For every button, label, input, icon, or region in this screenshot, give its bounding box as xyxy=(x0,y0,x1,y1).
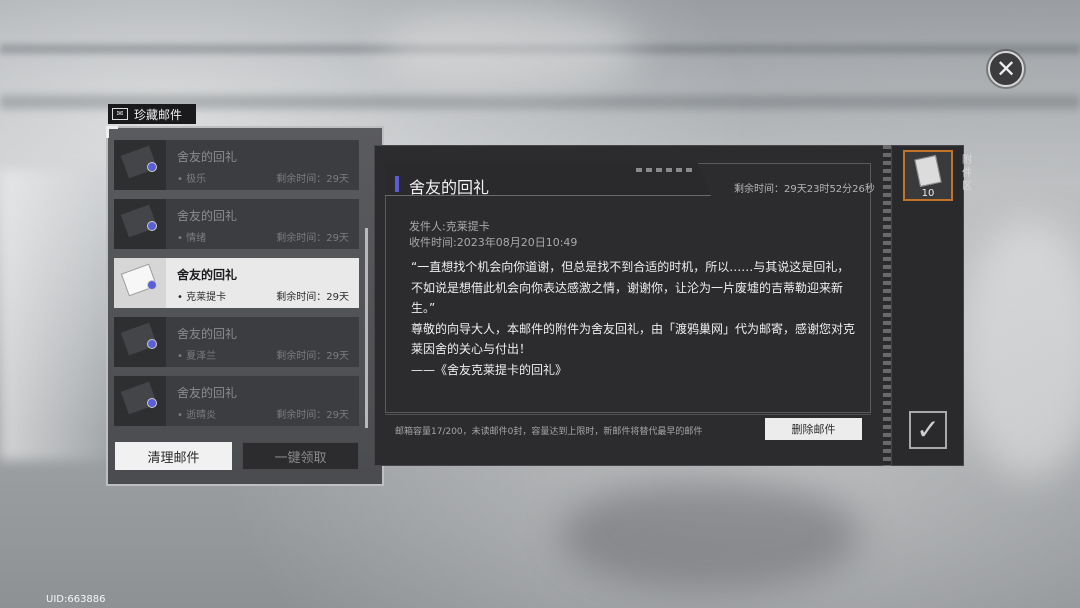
mail-sender: • 夏泽兰 xyxy=(177,351,217,362)
mail-detail-title: 舍友的回礼 xyxy=(409,178,490,197)
user-id: UID:663886 xyxy=(46,594,106,605)
open-envelope-icon xyxy=(114,258,166,308)
mail-list-item[interactable]: 舍友的回礼 • 极乐 剩余时间：29天 xyxy=(114,140,359,190)
panel-edge-decoration xyxy=(883,145,891,466)
mail-paragraph: 尊敬的向导大人，本邮件的附件为舍友回礼，由「渡鸦巢网」代为邮寄，感谢您对克莱因舍… xyxy=(411,321,856,357)
mail-remaining-time: 剩余时间：29天 xyxy=(276,292,349,303)
mailbox-icon: ✉ xyxy=(112,108,128,120)
mail-signature: ——《舍友克莱提卡的回礼》 xyxy=(411,362,568,377)
mailbox-capacity-text: 邮箱容量17/200，未读邮件0封，容量达到上限时，新邮件将替代最早的邮件 xyxy=(395,427,703,437)
mail-title: 舍友的回礼 xyxy=(177,150,238,164)
mail-paragraph: “一直想找个机会向你道谢，但总是找不到合适的时机，所以……与其说这是回礼，不如说… xyxy=(411,260,850,315)
clean-mail-button[interactable]: 清理邮件 xyxy=(115,442,232,470)
attachment-label: 附件区 xyxy=(962,155,972,192)
mail-list-item[interactable]: 舍友的回礼 • 逝晴炎 剩余时间：29天 xyxy=(114,376,359,426)
mail-content: “一直想找个机会向你道谢，但总是找不到合适的时机，所以……与其说这是回礼，不如说… xyxy=(411,257,861,380)
delete-mail-button[interactable]: 删除邮件 xyxy=(765,418,862,440)
mail-deadline: 剩余时间：29天23时52分26秒 xyxy=(734,184,875,195)
mail-list-scrollbar[interactable] xyxy=(365,228,368,428)
mail-list-item-selected[interactable]: 舍友的回礼 • 克莱提卡 剩余时间：29天 xyxy=(114,258,359,308)
claim-all-button[interactable]: 一键领取 xyxy=(242,442,359,470)
envelope-icon xyxy=(114,199,166,249)
mail-title: 舍友的回礼 xyxy=(177,327,238,341)
mail-title: 舍友的回礼 xyxy=(177,386,238,400)
envelope-icon xyxy=(114,140,166,190)
mail-remaining-time: 剩余时间：29天 xyxy=(276,410,349,421)
mail-list-item[interactable]: 舍友的回礼 • 夏泽兰 剩余时间：29天 xyxy=(114,317,359,367)
background-window xyxy=(0,170,110,460)
close-button[interactable]: ✕ xyxy=(988,51,1024,87)
mail-sender-line: 发件人:克莱提卡 xyxy=(409,220,490,233)
background-blur xyxy=(560,480,860,590)
envelope-icon xyxy=(114,317,166,367)
title-accent-mark xyxy=(395,176,399,192)
mail-sender: • 情绪 xyxy=(177,233,207,244)
mail-remaining-time: 剩余时间：29天 xyxy=(276,233,349,244)
mail-title: 舍友的回礼 xyxy=(177,209,238,223)
envelope-icon xyxy=(114,376,166,426)
background-blur xyxy=(960,220,1080,480)
mail-list-item[interactable]: 舍友的回礼 • 情绪 剩余时间：29天 xyxy=(114,199,359,249)
attachment-item[interactable]: 10 xyxy=(903,150,953,201)
panel-corner-decoration xyxy=(106,126,118,138)
mail-remaining-time: 剩余时间：29天 xyxy=(276,174,349,185)
mail-sender: • 克莱提卡 xyxy=(177,292,227,303)
divider xyxy=(385,414,871,415)
mail-sender: • 逝晴炎 xyxy=(177,410,217,421)
collection-mail-tab: ✉ 珍藏邮件 xyxy=(108,104,196,124)
mail-remaining-time: 剩余时间：29天 xyxy=(276,351,349,362)
background-blur xyxy=(380,10,640,90)
close-icon: ✕ xyxy=(995,55,1017,83)
attachment-quantity: 10 xyxy=(921,188,935,199)
tab-label: 珍藏邮件 xyxy=(134,107,183,122)
check-icon[interactable]: ✓ xyxy=(909,411,947,449)
letter-icon xyxy=(914,155,942,187)
mail-sender: • 极乐 xyxy=(177,174,207,185)
mail-received-time: 收件时间:2023年08月20日10:49 xyxy=(409,236,578,249)
decorative-dots xyxy=(636,168,692,172)
mail-title: 舍友的回礼 xyxy=(177,268,238,282)
